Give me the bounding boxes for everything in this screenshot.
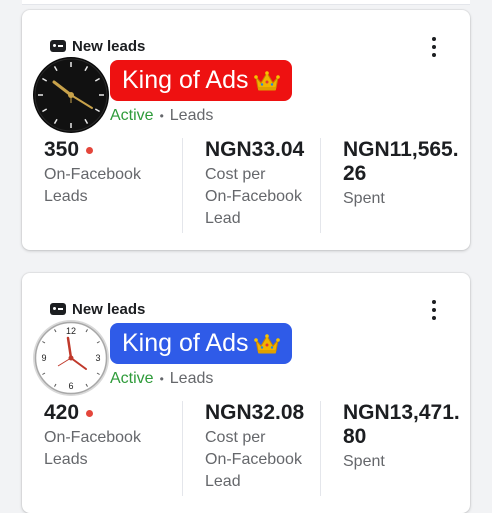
metric-spent[interactable]: NGN13,471. 80 Spent [320, 401, 460, 496]
lead-form-icon [50, 303, 66, 315]
lead-form-icon [50, 40, 66, 52]
more-options-button[interactable] [428, 37, 440, 57]
metrics-row: 420 On-Facebook Leads NGN32.08 Cost per … [22, 401, 470, 496]
ad-card-2[interactable]: New leads 12 3 6 9 King of Ads Active • … [22, 273, 470, 513]
clock-numeral: 12 [66, 326, 76, 336]
previous-card-edge [22, 0, 470, 5]
cost-label: Cost per On-Facebook Lead [205, 166, 302, 227]
status-active: Active [110, 370, 154, 387]
status-active: Active [110, 107, 154, 124]
metric-cost-per-result[interactable]: NGN32.08 Cost per On-Facebook Lead [182, 401, 307, 496]
avatar [32, 56, 110, 134]
campaign-title-badge[interactable]: King of Ads [110, 60, 293, 101]
status-separator: • [159, 109, 164, 123]
campaign-title: King of Ads [122, 66, 249, 94]
campaign-status: Active • Leads [110, 107, 213, 125]
more-options-button[interactable] [428, 300, 440, 320]
objective-label: Leads [169, 107, 214, 124]
red-dot [86, 146, 94, 154]
crown-icon [254, 333, 281, 355]
metric-cost-per-result[interactable]: NGN33.04 Cost per On-Facebook Lead [182, 138, 307, 233]
cost-label: Cost per On-Facebook Lead [205, 429, 302, 490]
results-label: On-Facebook Leads [44, 429, 141, 468]
metric-spent[interactable]: NGN11,565. 26 Spent [320, 138, 459, 233]
crown-icon [254, 70, 281, 92]
campaign-title-badge[interactable]: King of Ads [110, 323, 293, 364]
spent-value: NGN13,471. 80 [343, 401, 460, 448]
cost-value: NGN33.04 [205, 138, 305, 161]
more-vertical-icon [432, 300, 436, 304]
red-dot [86, 409, 94, 417]
cost-value: NGN32.08 [205, 401, 305, 424]
campaign-status: Active • Leads [110, 370, 213, 388]
more-vertical-icon [432, 37, 436, 41]
ad-card-1[interactable]: New leads King of Ads Active • Leads 350… [22, 10, 470, 250]
spent-label: Spent [343, 190, 385, 207]
campaign-title: King of Ads [122, 329, 249, 357]
results-label: On-Facebook Leads [44, 166, 141, 205]
spent-value: NGN11,565. 26 [343, 138, 459, 185]
metric-results[interactable]: 350 On-Facebook Leads [44, 138, 168, 233]
objective-label: Leads [169, 370, 214, 387]
tag-label: New leads [72, 37, 146, 55]
clock-numeral: 3 [95, 353, 100, 363]
status-separator: • [159, 372, 164, 386]
card-tag: New leads [50, 37, 145, 55]
tag-label: New leads [72, 300, 146, 318]
clock-icon [33, 57, 109, 133]
clock-numeral: 6 [68, 381, 73, 391]
metrics-row: 350 On-Facebook Leads NGN33.04 Cost per … [22, 138, 470, 233]
card-tag: New leads [50, 300, 145, 318]
clock-numeral: 9 [41, 353, 46, 363]
results-value: 420 [44, 401, 80, 424]
avatar: 12 3 6 9 [32, 319, 110, 397]
spent-label: Spent [343, 453, 385, 470]
metric-results[interactable]: 420 On-Facebook Leads [44, 401, 168, 496]
clock-icon: 12 3 6 9 [33, 320, 109, 396]
results-value: 350 [44, 138, 80, 161]
